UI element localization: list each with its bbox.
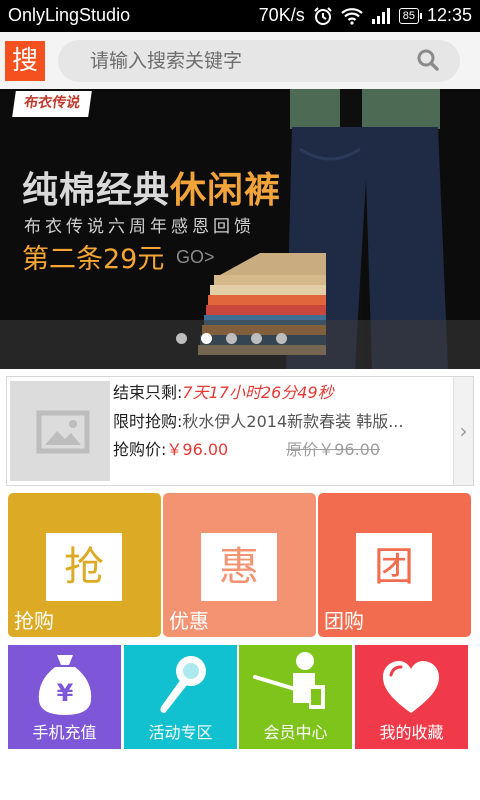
banner-promo: 第二条29元	[22, 244, 165, 275]
carousel-dot[interactable]	[226, 333, 237, 344]
flash-sale-card[interactable]: 结束只剩:7天17小时26分49秒 限时抢购:秋水伊人2014新款春装 韩版..…	[6, 376, 474, 486]
tile-flash-buy[interactable]: 抢 抢购	[8, 493, 161, 637]
signal-icon	[371, 7, 390, 24]
sale-price: ￥96.00	[166, 440, 229, 459]
network-speed: 70K/s	[258, 5, 305, 25]
carousel-dot[interactable]	[276, 333, 287, 344]
tile-icon: 团	[356, 533, 432, 601]
battery-icon: 85	[398, 7, 423, 24]
flash-countdown-line: 结束只剩:7天17小时26分49秒	[113, 383, 334, 402]
promo-banner[interactable]: 布衣传说 纯棉经典休闲裤 布衣传说六周年感恩回馈 第二条29元 GO>	[0, 89, 480, 369]
heart-icon	[383, 661, 439, 713]
category-phone-recharge[interactable]: ¥ 手机充值	[8, 645, 121, 749]
carousel-dots	[176, 333, 287, 344]
category-label: 活动专区	[148, 723, 213, 742]
svg-text:¥: ¥	[57, 679, 74, 707]
alarm-icon	[313, 6, 332, 25]
tile-icon: 惠	[201, 533, 277, 601]
category-activities[interactable]: 活动专区	[124, 645, 237, 749]
original-price: 原价￥96.00	[286, 440, 381, 459]
tile-label: 优惠	[169, 609, 209, 633]
category-label: 手机充值	[32, 723, 97, 742]
category-member-center[interactable]: 会员中心	[239, 645, 352, 749]
brand-badge: 布衣传说	[12, 91, 92, 117]
tile-discount[interactable]: 惠 优惠	[163, 493, 316, 637]
search-icon[interactable]	[416, 48, 440, 72]
product-title: 秋水伊人2014新款春装 韩版...	[182, 412, 404, 431]
flash-price-line: 抢购价:￥96.00 原价￥96.00	[113, 440, 381, 459]
flashlight-icon	[160, 656, 206, 713]
banner-indicator-bar	[0, 320, 480, 369]
search-logo[interactable]: 搜	[5, 41, 45, 81]
banner-go-link[interactable]: GO>	[176, 247, 215, 268]
status-time: 12:35	[426, 5, 472, 25]
category-label: 会员中心	[263, 723, 328, 742]
countdown: 7天17小时26分49秒	[182, 383, 334, 402]
status-bar: OnlyLingStudio 70K/s 85 12:35	[0, 0, 480, 32]
flash-title-line: 限时抢购:秋水伊人2014新款春装 韩版...	[113, 412, 404, 431]
search-input[interactable]	[58, 40, 460, 82]
carousel-dot[interactable]	[176, 333, 187, 344]
category-label: 我的收藏	[379, 723, 444, 742]
carousel-dot[interactable]	[201, 333, 212, 344]
tile-label: 抢购	[14, 609, 54, 633]
category-my-favorites[interactable]: 我的收藏	[355, 645, 468, 749]
carousel-dot[interactable]	[251, 333, 262, 344]
tile-icon: 抢	[46, 533, 122, 601]
product-thumbnail	[10, 381, 110, 481]
image-placeholder-icon	[36, 410, 90, 454]
teacher-board-icon	[253, 652, 325, 709]
wifi-icon	[340, 7, 363, 25]
search-bar: 搜	[0, 32, 480, 89]
banner-title: 纯棉经典休闲裤	[22, 170, 282, 211]
chevron-right-icon[interactable]: ›	[453, 377, 473, 485]
money-bag-icon: ¥	[38, 655, 92, 715]
tile-group-buy[interactable]: 团 团购	[318, 493, 471, 637]
banner-subtitle: 布衣传说六周年感恩回馈	[24, 217, 255, 237]
status-app-name: OnlyLingStudio	[8, 5, 131, 25]
tile-label: 团购	[324, 609, 364, 633]
